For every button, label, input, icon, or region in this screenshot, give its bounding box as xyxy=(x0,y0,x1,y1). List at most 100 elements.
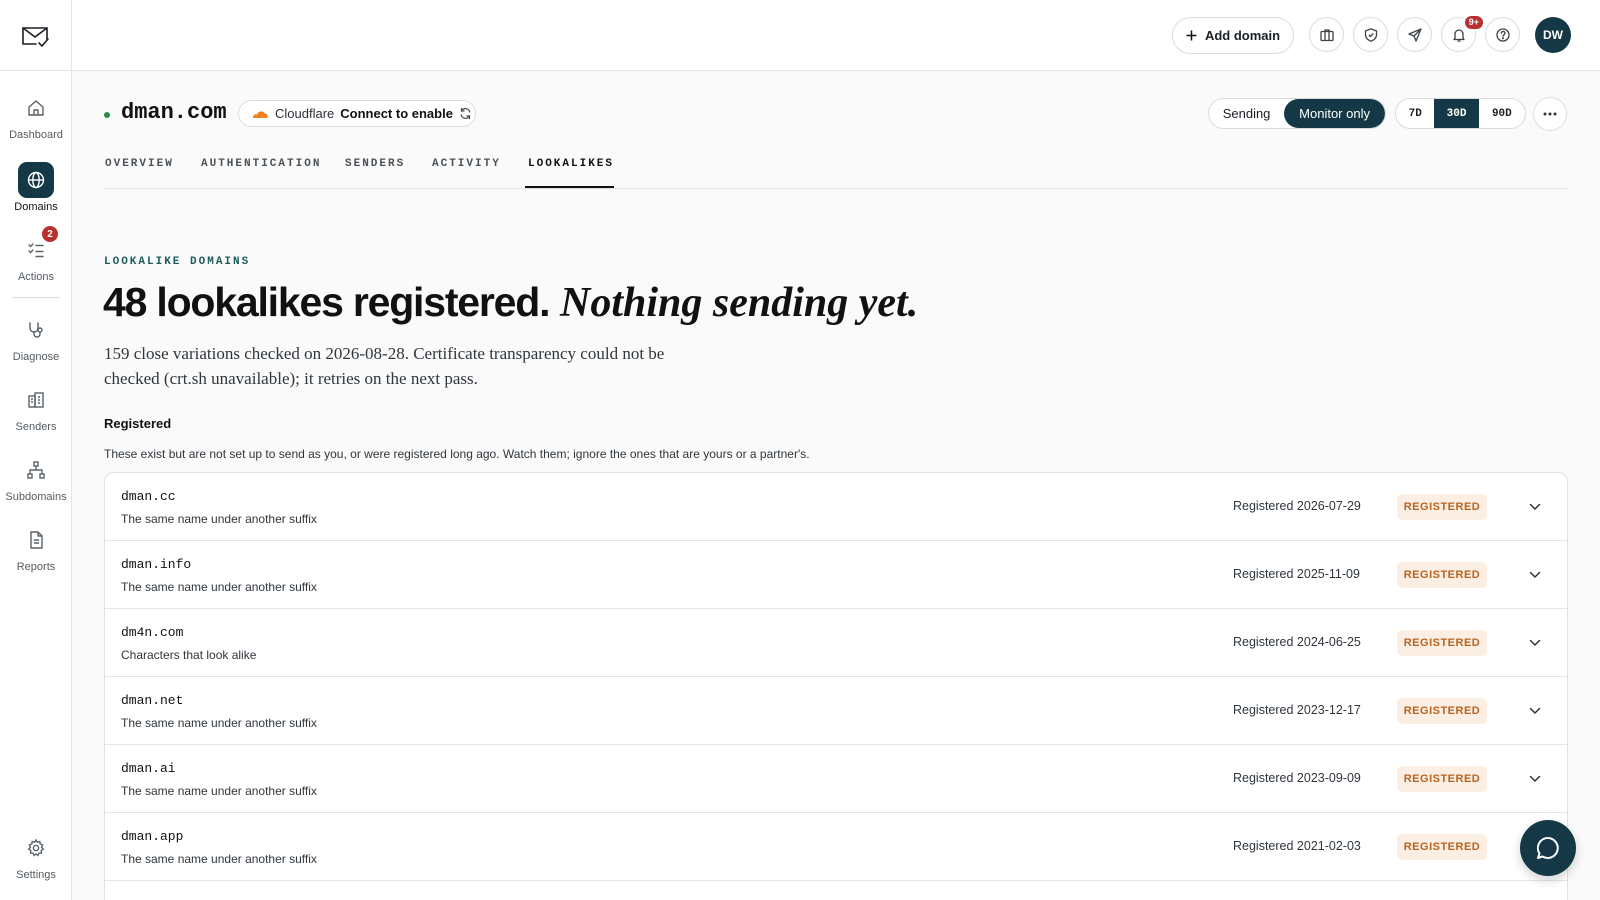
registered-date: Registered 2023-09-09 xyxy=(1233,771,1361,785)
briefcase-icon[interactable] xyxy=(1309,17,1344,52)
registered-section-description: These exist but are not set up to send a… xyxy=(104,447,810,461)
sidebar-item-senders[interactable]: Senders xyxy=(0,382,72,433)
lookalike-row[interactable]: dman.net The same name under another suff… xyxy=(105,677,1567,745)
actions-count-badge: 2 xyxy=(42,226,58,242)
registered-section-title: Registered xyxy=(104,416,172,431)
chat-bubble-icon xyxy=(1536,836,1559,859)
cloudflare-label: Cloudflare xyxy=(275,106,335,121)
cloudflare-connect-button[interactable]: Cloudflare Connect to enable xyxy=(238,100,476,127)
sidebar-item-label: Subdomains xyxy=(5,491,67,503)
sidebar-item-diagnose[interactable]: Diagnose xyxy=(0,312,72,363)
more-options-button[interactable] xyxy=(1533,97,1567,131)
chevron-down-icon[interactable] xyxy=(1527,635,1543,651)
status-badge: REGISTERED xyxy=(1397,834,1487,860)
lookalike-list: dman.cc The same name under another suffi… xyxy=(104,472,1568,900)
status-badge: REGISTERED xyxy=(1397,562,1487,588)
cloudflare-icon xyxy=(253,110,268,118)
chat-button[interactable] xyxy=(1520,820,1576,876)
lookalike-row[interactable]: dman.ai The same name under another suffi… xyxy=(105,745,1567,813)
sidebar-item-settings[interactable]: Settings xyxy=(0,830,72,881)
chevron-down-icon[interactable] xyxy=(1527,703,1543,719)
sidebar-item-label: Diagnose xyxy=(12,351,60,363)
lookalike-domain: dm4n.com xyxy=(121,625,184,640)
chevron-down-icon[interactable] xyxy=(1527,499,1543,515)
status-dot xyxy=(104,112,110,118)
section-eyebrow: LOOKALIKE DOMAINS xyxy=(104,256,251,268)
document-icon xyxy=(18,522,54,558)
sidebar-item-label: Senders xyxy=(15,421,57,433)
bell-icon[interactable]: 9+ xyxy=(1441,16,1483,52)
lookalike-domain: dman.cc xyxy=(121,489,176,504)
range-90d-option[interactable]: 90D xyxy=(1479,99,1525,128)
shield-check-icon[interactable] xyxy=(1353,17,1388,52)
status-badge: REGISTERED xyxy=(1397,698,1487,724)
mail-check-icon[interactable] xyxy=(20,22,50,50)
domain-title: dman.com xyxy=(121,100,227,125)
chevron-down-icon[interactable] xyxy=(1527,567,1543,583)
sidebar-item-actions[interactable]: 2 Actions xyxy=(0,226,72,283)
tab-activity[interactable]: ACTIVITY xyxy=(432,158,501,170)
refresh-icon xyxy=(460,107,471,120)
tab-overview[interactable]: OVERVIEW xyxy=(105,158,174,170)
registered-date: Registered 2026-07-29 xyxy=(1233,499,1361,513)
lookalike-domain: dman.app xyxy=(121,829,184,844)
hierarchy-icon xyxy=(18,452,54,488)
help-icon[interactable] xyxy=(1485,17,1520,52)
ellipsis-icon xyxy=(1543,112,1557,116)
sidebar-item-label: Actions xyxy=(17,271,55,283)
lookalike-row[interactable]: dman.cc The same name under another suffi… xyxy=(105,473,1567,541)
range-30d-option[interactable]: 30D xyxy=(1434,99,1479,128)
sidebar-item-label: Domains xyxy=(14,201,58,213)
summary-text: 159 close variations checked on 2026-08-… xyxy=(104,344,665,388)
sidebar-item-dashboard[interactable]: Dashboard xyxy=(0,90,72,141)
stethoscope-icon xyxy=(18,312,54,348)
add-domain-label: Add domain xyxy=(1204,28,1281,43)
sidebar-item-domains[interactable]: Domains xyxy=(0,162,72,213)
range-toggle: 7D 30D 90D xyxy=(1395,98,1526,129)
lookalike-domain: dman.info xyxy=(121,557,192,572)
active-tab-indicator xyxy=(525,186,614,188)
page-headline: 48 lookalikes registered. Nothing sendin… xyxy=(103,279,918,327)
rail-divider xyxy=(12,297,60,298)
registered-date: Registered 2024-06-25 xyxy=(1233,635,1361,649)
sidebar-item-reports[interactable]: Reports xyxy=(0,522,72,573)
avatar[interactable]: DW xyxy=(1535,17,1571,53)
mode-toggle: Sending Monitor only xyxy=(1208,98,1386,129)
lookalike-kind: The same name under another suffix xyxy=(121,784,317,798)
range-7d-option[interactable]: 7D xyxy=(1396,99,1434,128)
sidebar-item-label: Dashboard xyxy=(9,129,63,141)
lookalike-row[interactable]: dm4n.com Characters that look alike Regist… xyxy=(105,609,1567,677)
lookalike-row[interactable]: dman.app The same name under another suff… xyxy=(105,813,1567,881)
add-domain-button[interactable]: Add domain xyxy=(1172,17,1294,54)
plus-icon xyxy=(1186,30,1197,41)
tab-lookalikes[interactable]: LOOKALIKES xyxy=(528,158,614,170)
globe-icon xyxy=(18,162,54,198)
gear-icon xyxy=(18,830,54,866)
lookalike-domain: dman.net xyxy=(121,693,184,708)
send-icon[interactable] xyxy=(1397,17,1432,52)
sidebar-item-subdomains[interactable]: Subdomains xyxy=(0,452,72,503)
lookalike-kind: The same name under another suffix xyxy=(121,580,317,594)
tab-authentication[interactable]: AUTHENTICATION xyxy=(201,158,321,170)
headline-strong: 48 lookalikes registered. xyxy=(103,279,551,325)
lookalike-kind: The same name under another suffix xyxy=(121,852,317,866)
lookalike-kind: Characters that look alike xyxy=(121,648,257,662)
lookalike-kind: The same name under another suffix xyxy=(121,512,317,526)
headline-italic: Nothing sending yet. xyxy=(559,280,919,326)
checklist-icon: 2 xyxy=(18,226,58,268)
registered-date: Registered 2023-12-17 xyxy=(1233,703,1361,717)
mode-sending-option[interactable]: Sending xyxy=(1209,99,1284,128)
sidebar-item-label: Settings xyxy=(16,869,56,881)
notification-badge: 9+ xyxy=(1464,16,1483,29)
cloudflare-action: Connect to enable xyxy=(340,106,453,121)
mode-monitor-only-option[interactable]: Monitor only xyxy=(1284,99,1385,128)
status-badge: REGISTERED xyxy=(1397,494,1487,520)
status-badge: REGISTERED xyxy=(1397,630,1487,656)
tab-senders[interactable]: SENDERS xyxy=(345,158,405,170)
chevron-down-icon[interactable] xyxy=(1527,771,1543,787)
registered-date: Registered 2021-02-03 xyxy=(1233,839,1361,853)
lookalike-kind: The same name under another suffix xyxy=(121,716,317,730)
building-icon xyxy=(18,382,54,418)
lookalike-row[interactable]: dman.info The same name under another suf… xyxy=(105,541,1567,609)
registered-date: Registered 2025-11-09 xyxy=(1233,567,1360,581)
